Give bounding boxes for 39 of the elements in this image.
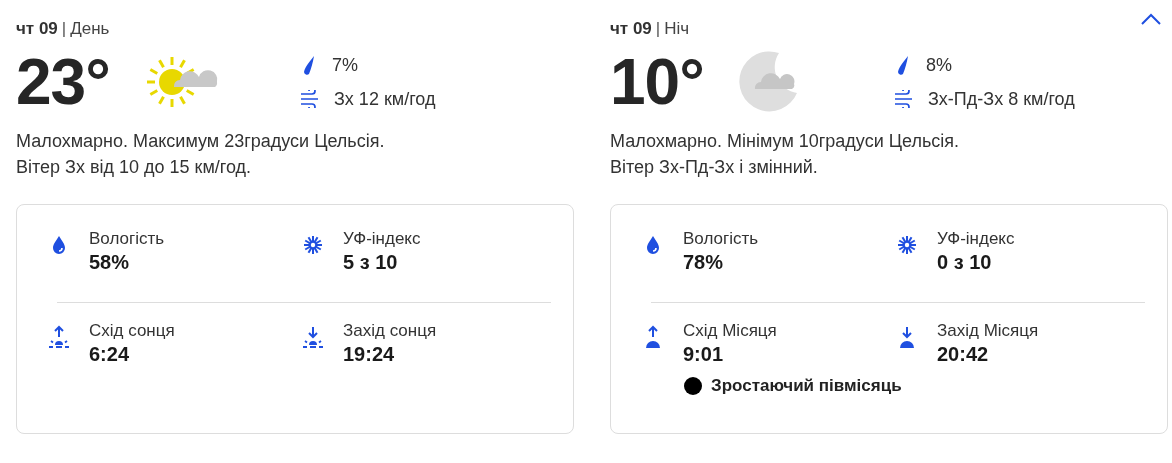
period-label: День	[70, 19, 110, 39]
precipitation-chance: 8%	[926, 55, 952, 76]
moon-phase-icon	[683, 376, 703, 396]
stat-label: Схід Місяця	[683, 321, 777, 341]
separator: |	[655, 19, 661, 39]
date-label: чт 09	[610, 19, 652, 39]
sun-icon	[896, 233, 918, 257]
temperature: 10°	[610, 45, 705, 119]
stat-label: УФ-індекс	[343, 229, 421, 249]
stat-label: Вологість	[683, 229, 759, 249]
date-label: чт 09	[16, 19, 58, 39]
stat-value: 6:24	[89, 343, 131, 366]
stat-value: 78%	[683, 251, 725, 274]
stat-label: УФ-індекс	[937, 229, 1015, 249]
forecast-description: Малохмарно. Мінімум 10градуси Цельсія. Вітер Зх-Пд-Зх і змінний.	[610, 130, 961, 179]
stat-value: 58%	[89, 251, 131, 274]
stat-value: 20:42	[937, 343, 990, 366]
stat-value: 5 з 10	[343, 251, 399, 274]
moon-phase: Зростаючий півмісяць	[711, 376, 902, 396]
wind-speed: Зх-Пд-Зх 8 км/год	[928, 88, 1075, 110]
chevron-up-icon	[1140, 12, 1162, 26]
stat-value: 19:24	[343, 343, 396, 366]
stat-value: 9:01	[683, 343, 725, 366]
period-label: Ніч	[664, 19, 690, 39]
stat-label: Захід Місяця	[937, 321, 1039, 341]
stat-value: 0 з 10	[937, 251, 993, 274]
sunrise-icon	[48, 325, 70, 349]
wind-icon	[894, 90, 914, 108]
precipitation-chance: 7%	[332, 55, 358, 76]
wind-icon	[300, 90, 320, 108]
temperature: 23°	[16, 45, 111, 119]
stat-label: Вологість	[89, 229, 165, 249]
forecast-description: Малохмарно. Максимум 23градуси Цельсія. Вітер Зх від 10 до 15 км/год.	[16, 130, 386, 179]
separator: |	[61, 19, 67, 39]
sunset-icon	[302, 325, 324, 349]
sun-icon	[302, 233, 324, 257]
stat-label: Схід сонця	[89, 321, 175, 341]
wind-speed: Зх 12 км/год	[334, 88, 436, 110]
stat-label: Захід сонця	[343, 321, 437, 341]
